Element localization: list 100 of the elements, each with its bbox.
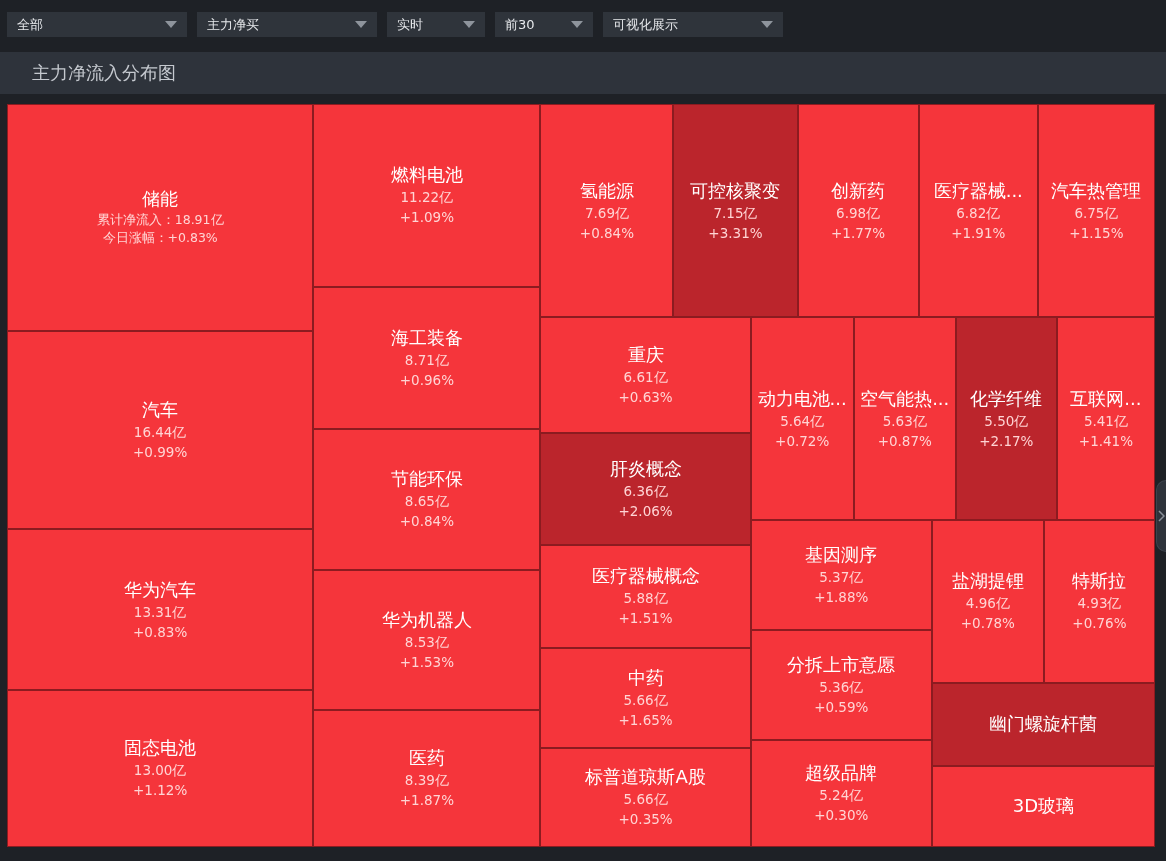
change-value: +1.87% (399, 791, 454, 811)
treemap-tile[interactable]: 海工装备 8.71亿 +0.96% (313, 286, 541, 429)
tile-label: 盐湖提锂 (951, 569, 1024, 594)
treemap-tile[interactable]: 储能 累计净流入：18.91亿 今日涨幅：+0.83% (7, 104, 314, 331)
panel-toggle[interactable] (1156, 480, 1166, 552)
filter-dropdown[interactable]: 前30 (495, 12, 593, 37)
filter-dropdown[interactable]: 全部 (7, 12, 187, 37)
treemap-tile[interactable]: 固态电池 13.00亿 +1.12% (7, 689, 314, 847)
tile-label: 幽门螺旋杆菌 (989, 712, 1098, 737)
inflow-value: 5.50亿 (984, 411, 1029, 431)
inflow-value: 4.93亿 (1077, 594, 1122, 614)
inflow-value: 8.65亿 (404, 492, 449, 512)
caret-icon (571, 21, 583, 28)
inflow-value: 5.64亿 (780, 411, 825, 431)
tile-label: 分拆上市意愿 (787, 652, 896, 677)
treemap-tile[interactable]: 基因测序 5.37亿 +1.88% (750, 520, 932, 630)
change-value: +1.91% (951, 223, 1006, 243)
treemap-tile[interactable]: 医疗器械... 6.82亿 +1.91% (918, 104, 1038, 317)
treemap-tile[interactable]: 燃料电池 11.22亿 +1.09% (313, 104, 541, 287)
tile-label: 储能 (142, 187, 179, 212)
tile-label: 超级品牌 (805, 761, 878, 786)
inflow-value: 5.41亿 (1083, 411, 1128, 431)
treemap-tile[interactable]: 肝炎概念 6.36亿 +2.06% (540, 432, 751, 545)
treemap-tile[interactable]: 中药 5.66亿 +1.65% (540, 647, 751, 748)
change-value: +1.41% (1078, 431, 1134, 451)
treemap-tile[interactable]: 可控核聚变 7.15亿 +3.31% (673, 104, 798, 317)
change-value: +0.59% (814, 697, 869, 717)
change-value: +1.09% (399, 208, 454, 228)
tile-label: 医疗器械... (933, 178, 1023, 203)
caret-icon (463, 21, 475, 28)
inflow-value: 5.63亿 (882, 411, 927, 431)
change-value: +0.84% (399, 512, 454, 532)
treemap-tile[interactable]: 分拆上市意愿 5.36亿 +0.59% (750, 630, 932, 740)
treemap-tile[interactable]: 盐湖提锂 4.96亿 +0.78% (931, 520, 1044, 683)
change-value: +2.17% (979, 431, 1034, 451)
treemap-tile[interactable]: 华为汽车 13.31亿 +0.83% (7, 529, 314, 690)
inflow-value: 6.36亿 (623, 481, 668, 501)
change-value: +1.77% (831, 223, 886, 243)
change-value: +0.35% (618, 810, 673, 830)
tile-label: 汽车热管理 (1051, 178, 1142, 203)
filter-dropdown[interactable]: 可视化展示 (603, 12, 783, 37)
filter-dropdown[interactable]: 主力净买 (197, 12, 377, 37)
inflow-value: 6.75亿 (1074, 203, 1119, 223)
inflow-value: 4.96亿 (965, 594, 1010, 614)
tile-label: 汽车 (142, 398, 179, 422)
treemap-tile[interactable]: 医药 8.39亿 +1.87% (313, 709, 541, 847)
inflow-value: 5.36亿 (819, 677, 864, 697)
treemap-tile[interactable]: 幽门螺旋杆菌 (931, 683, 1155, 766)
change-value: +0.78% (960, 614, 1015, 634)
inflow-value: 5.66亿 (623, 690, 668, 710)
inflow-value: 13.00亿 (133, 761, 187, 781)
change-value: +3.31% (708, 223, 763, 243)
treemap-tile[interactable]: 重庆 6.61亿 +0.63% (540, 317, 751, 433)
change-value: 今日涨幅：+0.83% (102, 229, 218, 248)
treemap-tile[interactable]: 3D玻璃 (931, 766, 1155, 847)
change-value: +1.15% (1069, 223, 1124, 243)
change-value: +0.30% (814, 806, 869, 826)
change-value: +0.96% (399, 370, 454, 390)
inflow-value: 累计净流入：18.91亿 (96, 211, 224, 230)
tile-label: 肝炎概念 (609, 456, 682, 481)
inflow-value: 6.98亿 (836, 203, 881, 223)
inflow-value: 7.69亿 (584, 203, 629, 223)
tile-label: 重庆 (627, 342, 664, 367)
inflow-value: 5.24亿 (819, 786, 864, 806)
tile-label: 医药 (408, 746, 445, 771)
treemap-tile[interactable]: 特斯拉 4.93亿 +0.76% (1043, 520, 1155, 683)
change-value: +2.06% (618, 501, 673, 521)
change-value: +0.87% (877, 431, 932, 451)
treemap-tile[interactable]: 节能环保 8.65亿 +0.84% (313, 428, 541, 570)
treemap-tile[interactable]: 动力电池... 5.64亿 +0.72% (750, 317, 854, 520)
treemap-tile[interactable]: 标普道琼斯A股 5.66亿 +0.35% (540, 747, 751, 847)
tile-label: 华为汽车 (124, 577, 197, 602)
inflow-value: 8.71亿 (404, 350, 449, 370)
treemap-tile[interactable]: 化学纤维 5.50亿 +2.17% (955, 317, 1057, 520)
tile-label: 标普道琼斯A股 (585, 765, 706, 790)
tile-label: 化学纤维 (970, 386, 1043, 411)
treemap-tile[interactable]: 华为机器人 8.53亿 +1.53% (313, 569, 541, 710)
tile-label: 燃料电池 (390, 163, 463, 188)
tile-label: 3D玻璃 (1012, 794, 1075, 819)
change-value: +0.72% (775, 431, 830, 451)
change-value: +1.53% (399, 652, 454, 672)
treemap-tile[interactable]: 创新药 6.98亿 +1.77% (797, 104, 919, 317)
treemap-tile[interactable]: 汽车热管理 6.75亿 +1.15% (1037, 104, 1156, 317)
inflow-value: 5.37亿 (819, 568, 864, 587)
caret-icon (355, 21, 367, 28)
tile-label: 中药 (627, 665, 664, 690)
tile-label: 节能环保 (390, 467, 463, 492)
treemap-tile[interactable]: 氢能源 7.69亿 +0.84% (540, 104, 674, 317)
treemap-tile[interactable]: 互联网... 5.41亿 +1.41% (1056, 317, 1155, 520)
panel-title: 主力净流入分布图 (32, 61, 176, 85)
treemap-tile[interactable]: 汽车 16.44亿 +0.99% (7, 330, 314, 530)
treemap-tile[interactable]: 超级品牌 5.24亿 +0.30% (750, 739, 932, 847)
change-value: +1.88% (814, 588, 869, 607)
treemap-tile[interactable]: 医疗器械概念 5.88亿 +1.51% (540, 544, 751, 648)
tile-label: 动力电池... (757, 386, 847, 411)
treemap-tile[interactable]: 空气能热... 5.63亿 +0.87% (853, 317, 956, 520)
tile-label: 氢能源 (579, 178, 634, 203)
inflow-value: 5.66亿 (623, 790, 668, 810)
filter-dropdown[interactable]: 实时 (387, 12, 485, 37)
tile-label: 特斯拉 (1072, 569, 1127, 594)
